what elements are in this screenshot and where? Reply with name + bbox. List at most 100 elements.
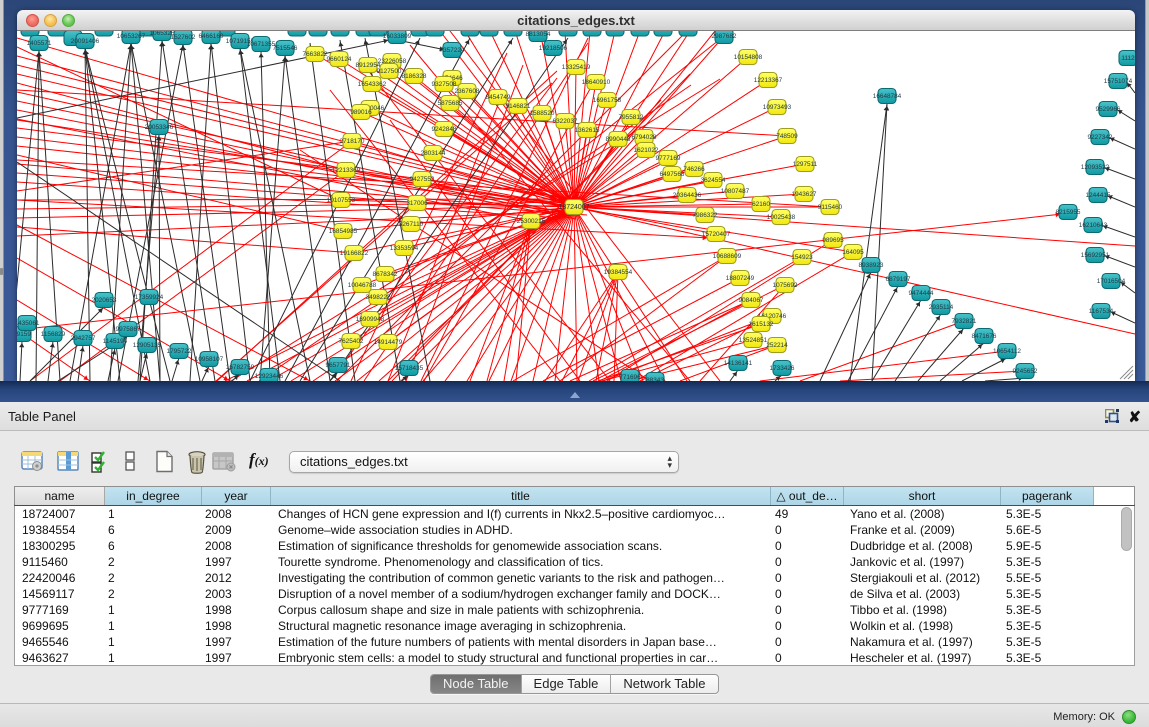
svg-text:2718170: 2718170 xyxy=(340,138,365,145)
svg-text:1297511: 1297511 xyxy=(793,161,818,168)
svg-text:9146821: 9146821 xyxy=(506,103,531,110)
svg-text:18807249: 18807249 xyxy=(726,275,755,282)
svg-text:7663822: 7663822 xyxy=(303,51,328,58)
svg-text:9529966: 9529966 xyxy=(1096,106,1121,113)
svg-text:1075692: 1075692 xyxy=(773,282,798,289)
svg-text:9777169: 9777169 xyxy=(656,155,681,162)
svg-text:8454749: 8454749 xyxy=(486,94,511,101)
svg-text:10671355: 10671355 xyxy=(247,41,276,48)
svg-text:1943627: 1943627 xyxy=(792,191,817,198)
svg-text:748509: 748509 xyxy=(776,133,798,140)
svg-text:16854985: 16854985 xyxy=(329,228,358,235)
svg-text:2935114: 2935114 xyxy=(929,304,954,311)
svg-text:14136141: 14136141 xyxy=(724,360,753,367)
svg-text:1145194: 1145194 xyxy=(103,338,128,345)
svg-text:13325419: 13325419 xyxy=(562,64,591,71)
svg-text:1112: 1112 xyxy=(1121,55,1135,62)
svg-text:3267110: 3267110 xyxy=(399,221,424,228)
svg-text:7515546: 7515546 xyxy=(273,45,298,52)
svg-text:17359924: 17359924 xyxy=(135,294,164,301)
svg-text:746266: 746266 xyxy=(683,166,705,173)
svg-text:10046788: 10046788 xyxy=(348,282,377,289)
svg-text:1435061: 1435061 xyxy=(17,320,40,327)
svg-text:8215955: 8215955 xyxy=(1056,209,1081,216)
svg-text:10688609: 10688609 xyxy=(713,253,742,260)
svg-text:25300215: 25300215 xyxy=(517,218,546,225)
svg-text:1615132: 1615132 xyxy=(749,321,774,328)
svg-text:6794028: 6794028 xyxy=(632,134,657,141)
svg-text:7986322: 7986322 xyxy=(693,212,718,219)
svg-text:164095: 164095 xyxy=(842,249,864,256)
svg-text:1527602: 1527602 xyxy=(171,34,196,41)
svg-text:3498222: 3498222 xyxy=(366,294,391,301)
svg-text:9474444: 9474444 xyxy=(909,290,934,297)
svg-text:19166822: 19166822 xyxy=(340,250,369,257)
svg-text:8990448: 8990448 xyxy=(606,136,631,143)
svg-text:1621022: 1621022 xyxy=(634,147,659,154)
svg-text:9657791: 9657791 xyxy=(326,362,351,369)
svg-text:20091406: 20091406 xyxy=(71,38,100,45)
svg-text:16961758: 16961758 xyxy=(593,97,622,104)
svg-text:154923: 154923 xyxy=(791,254,813,261)
svg-text:5875685: 5875685 xyxy=(438,100,463,107)
svg-text:771696: 771696 xyxy=(619,374,641,381)
svg-text:9975867: 9975867 xyxy=(116,326,141,333)
svg-text:3624554: 3624554 xyxy=(701,177,726,184)
svg-text:7625402: 7625402 xyxy=(339,338,364,345)
svg-text:9245652: 9245652 xyxy=(1013,368,1038,375)
svg-text:317006: 317006 xyxy=(406,200,428,207)
svg-text:16210643: 16210643 xyxy=(1079,222,1108,229)
svg-text:1362615: 1362615 xyxy=(575,127,600,134)
svg-text:9115460: 9115460 xyxy=(818,204,843,211)
svg-text:1167534: 1167534 xyxy=(1089,308,1114,315)
svg-text:12905135: 12905135 xyxy=(133,342,162,349)
svg-text:9427552: 9427552 xyxy=(410,176,435,183)
svg-text:9127500: 9127500 xyxy=(377,68,402,75)
svg-text:7932821: 7932821 xyxy=(952,318,977,325)
svg-text:13353594: 13353594 xyxy=(390,245,419,252)
svg-text:16543362: 16543362 xyxy=(358,81,387,88)
svg-text:9242848: 9242848 xyxy=(432,126,457,133)
svg-text:2942757: 2942757 xyxy=(71,335,96,342)
svg-text:1795722: 1795722 xyxy=(167,348,192,355)
svg-text:16033809: 16033809 xyxy=(383,33,412,40)
svg-text:9227342: 9227342 xyxy=(1088,134,1113,141)
svg-text:1405571: 1405571 xyxy=(27,40,52,47)
svg-text:10653267: 10653267 xyxy=(117,33,146,40)
svg-text:8938923: 8938923 xyxy=(859,262,884,269)
svg-text:12213367: 12213367 xyxy=(754,77,783,84)
svg-text:16909948: 16909948 xyxy=(356,316,385,323)
svg-text:2803144: 2803144 xyxy=(421,150,446,157)
svg-text:20364436: 20364436 xyxy=(673,192,702,199)
svg-text:16648784: 16648784 xyxy=(873,93,902,100)
svg-text:20053346: 20053346 xyxy=(145,124,174,131)
svg-text:7357224: 7357224 xyxy=(440,47,465,54)
svg-text:16782759: 16782759 xyxy=(226,364,255,371)
svg-text:19218506: 19218506 xyxy=(539,45,568,52)
svg-text:6322037: 6322037 xyxy=(553,118,578,125)
svg-text:12923446: 12923446 xyxy=(255,373,284,380)
svg-text:8813054: 8813054 xyxy=(526,31,551,38)
svg-text:9660124: 9660124 xyxy=(327,56,352,63)
svg-text:10973493: 10973493 xyxy=(763,104,792,111)
svg-text:8678342: 8678342 xyxy=(373,271,398,278)
svg-text:10654112: 10654112 xyxy=(993,348,1021,355)
svg-text:2987682: 2987682 xyxy=(712,33,737,40)
svg-text:2020653: 2020653 xyxy=(92,297,117,304)
svg-text:15720407: 15720407 xyxy=(702,231,731,238)
svg-text:12213369: 12213369 xyxy=(332,167,361,174)
svg-text:19384554: 19384554 xyxy=(604,269,633,276)
svg-text:15718435: 15718435 xyxy=(395,365,424,372)
svg-text:10154808: 10154808 xyxy=(734,54,763,61)
svg-text:8186328: 8186328 xyxy=(402,73,427,80)
svg-text:6497568: 6497568 xyxy=(660,171,685,178)
svg-text:8471676: 8471676 xyxy=(972,333,997,340)
svg-text:252214: 252214 xyxy=(766,342,788,349)
svg-text:10107553: 10107553 xyxy=(327,197,356,204)
svg-text:15751074: 15751074 xyxy=(1104,78,1133,85)
svg-text:7955812: 7955812 xyxy=(619,114,644,121)
svg-text:39159: 39159 xyxy=(17,331,31,338)
svg-text:1733426: 1733426 xyxy=(770,365,795,372)
svg-text:9327508: 9327508 xyxy=(432,81,457,88)
svg-text:12093522: 12093522 xyxy=(1081,164,1110,171)
